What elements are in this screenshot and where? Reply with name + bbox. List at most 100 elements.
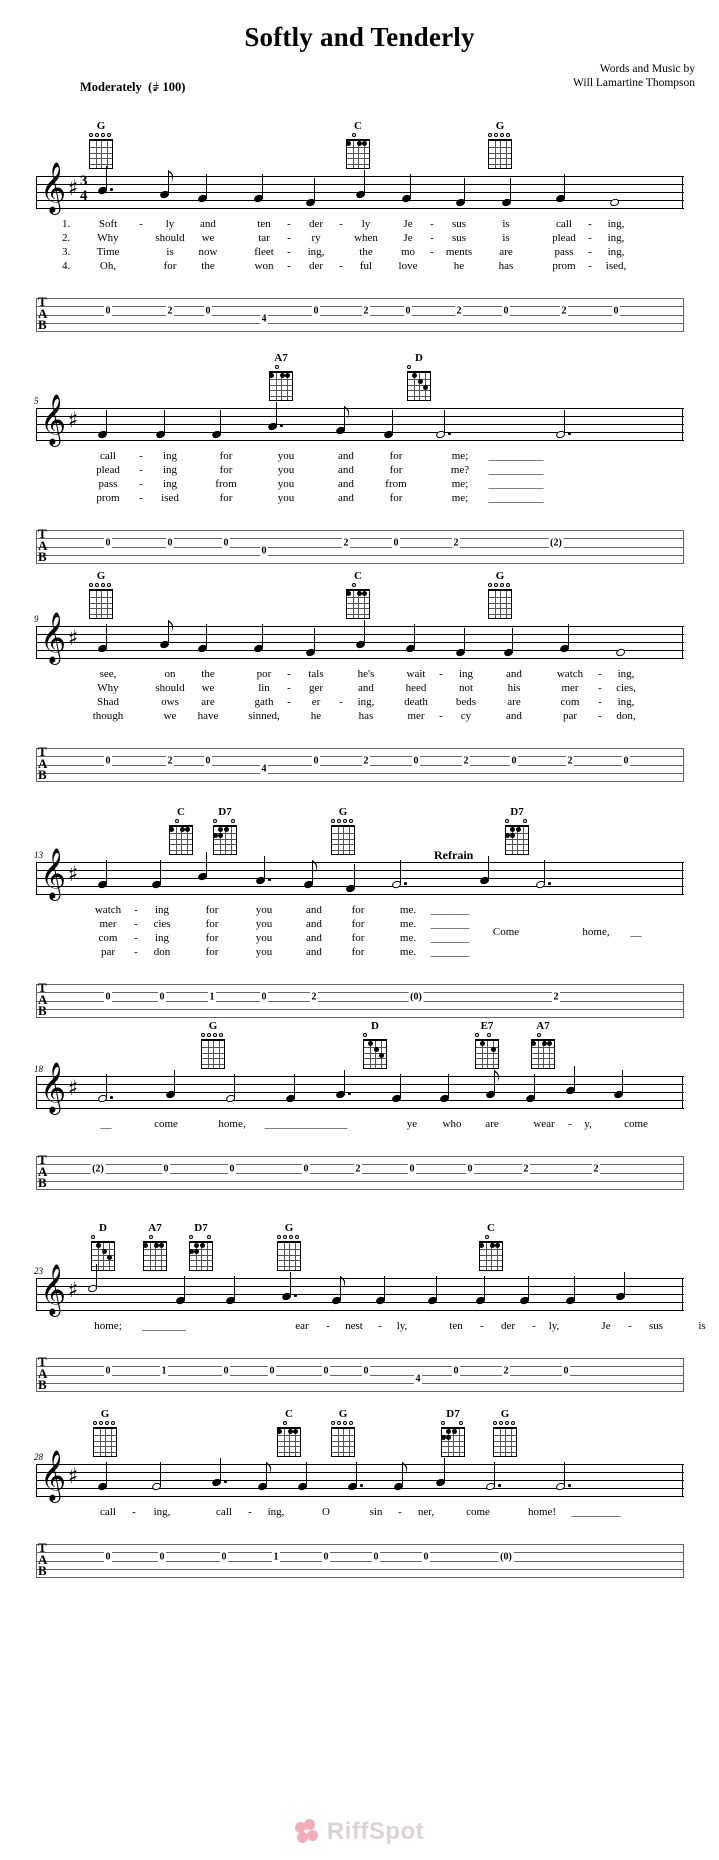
fret-line (494, 1434, 516, 1436)
open-string-circle-icon (289, 1235, 293, 1239)
lyric-syllable: ner, (417, 1506, 435, 1518)
chord-diagram-row: GCG (36, 570, 684, 626)
barline (36, 626, 38, 659)
lyric-syllable: mer (407, 710, 425, 722)
lyric-syllable: _______ (430, 932, 470, 944)
fretboard-grid (504, 825, 529, 855)
lyric-syllable: call (100, 1506, 116, 1518)
lyric-syllable: for (163, 260, 177, 272)
fret-line (90, 614, 112, 616)
lyric-syllable: - (439, 710, 443, 722)
staff-line (36, 1294, 684, 1295)
lyric-syllable: you (277, 464, 295, 476)
note-stem (106, 1462, 108, 1485)
open-string-circle-icon (89, 133, 93, 137)
chord-name: G (284, 1222, 294, 1234)
fretboard-grid (277, 1241, 301, 1271)
open-string-circle-icon (107, 583, 111, 587)
note-stem (314, 628, 316, 651)
note-stem (234, 1276, 236, 1299)
lyric-syllable: - (588, 232, 592, 244)
open-string-circle-icon (219, 1033, 223, 1037)
lyric-syllable: and (506, 710, 522, 722)
note-stem (264, 856, 266, 879)
lyric-syllable: - (287, 682, 291, 694)
chord-diagram-d: D (358, 1020, 392, 1069)
tab-clef-letter: B (38, 1003, 47, 1018)
finger-dot (412, 373, 418, 379)
barline (36, 1464, 38, 1497)
fretboard-grid (407, 371, 431, 401)
tab-fret-number: 0 (222, 1365, 230, 1377)
open-string-circle-icon (101, 133, 105, 137)
eighth-flag-icon (312, 860, 319, 873)
lyric-syllable: ry (311, 232, 321, 244)
lyric-syllable: __________ (488, 492, 544, 504)
staff-line (36, 1084, 684, 1085)
lyric-syllable: ing, (607, 246, 625, 258)
note-stem (392, 410, 394, 433)
lyric-syllable: on (164, 668, 176, 680)
lyric-syllable: and (506, 668, 522, 680)
augmentation-dot (360, 1484, 363, 1487)
note-stem (436, 1276, 438, 1299)
tab-line (36, 306, 684, 308)
note-stem (96, 1264, 98, 1287)
lyric-syllable: call (216, 1506, 232, 1518)
finger-dot (491, 1047, 497, 1053)
finger-dot (279, 373, 285, 379)
lyric-syllable: pass (98, 478, 118, 490)
note-stem (448, 1074, 450, 1097)
lyric-syllable: __ (630, 926, 642, 938)
tab-fret-number: 2 (354, 1163, 362, 1175)
fret-line (90, 146, 112, 148)
fretboard-grid (93, 1427, 117, 1457)
lyric-syllable: beds (455, 696, 477, 708)
tab-clef-letter: B (38, 1175, 47, 1190)
open-string-circle-icon (89, 583, 93, 587)
tab-line (36, 1383, 684, 1385)
lyric-syllable: Shad (97, 696, 119, 708)
finger-dot (451, 1429, 457, 1435)
tab-fret-number: 0 (268, 1365, 276, 1377)
note-stem (344, 1070, 346, 1093)
fret-line (278, 1266, 300, 1268)
tab-fret-number: 0 (260, 991, 268, 1003)
chord-name: G (100, 1408, 110, 1420)
fret-line (94, 1440, 116, 1442)
lyric-syllable: - (430, 232, 434, 244)
music-staff: 𝄞 ♯ 3 4 (36, 166, 684, 210)
lyric-syllable: - (588, 218, 592, 230)
finger-dot (188, 1249, 194, 1255)
tab-fret-number: 2 (362, 305, 370, 317)
lyric-syllable: - (339, 260, 343, 272)
key-signature-sharp: ♯ (68, 626, 79, 650)
fretboard-grid (276, 1427, 301, 1457)
fret-line (408, 390, 430, 392)
lyric-syllable: ten (257, 218, 271, 230)
chord-diagram-row: G D E7 A7 (36, 1020, 684, 1076)
fret-line (347, 608, 369, 610)
lyric-syllable: for (389, 464, 403, 476)
finger-dot (199, 1243, 205, 1249)
fret-line (270, 378, 292, 380)
lyric-syllable: fleet (254, 246, 274, 258)
chord-diagram-c: C (474, 1222, 508, 1271)
open-string-circle-icon (352, 583, 356, 587)
finger-dot (440, 1435, 446, 1441)
lyric-syllable: and (306, 904, 322, 916)
tab-fret-number: 2 (342, 537, 350, 549)
fret-line (90, 596, 112, 598)
lyric-syllable: com (98, 932, 118, 944)
tab-fret-number: 0 (104, 305, 112, 317)
fret-line (214, 838, 236, 840)
lyric-syllable: ments (445, 246, 473, 258)
augmentation-dot (568, 1484, 571, 1487)
finger-dot (194, 1249, 200, 1255)
fret-line (94, 1446, 116, 1448)
lyric-syllable: Time (96, 246, 120, 258)
augmentation-dot (548, 882, 551, 885)
music-staff: 𝄞 ♯ (36, 398, 684, 442)
chord-name: A7 (148, 1222, 162, 1234)
tab-fret-number: 0 (104, 1365, 112, 1377)
